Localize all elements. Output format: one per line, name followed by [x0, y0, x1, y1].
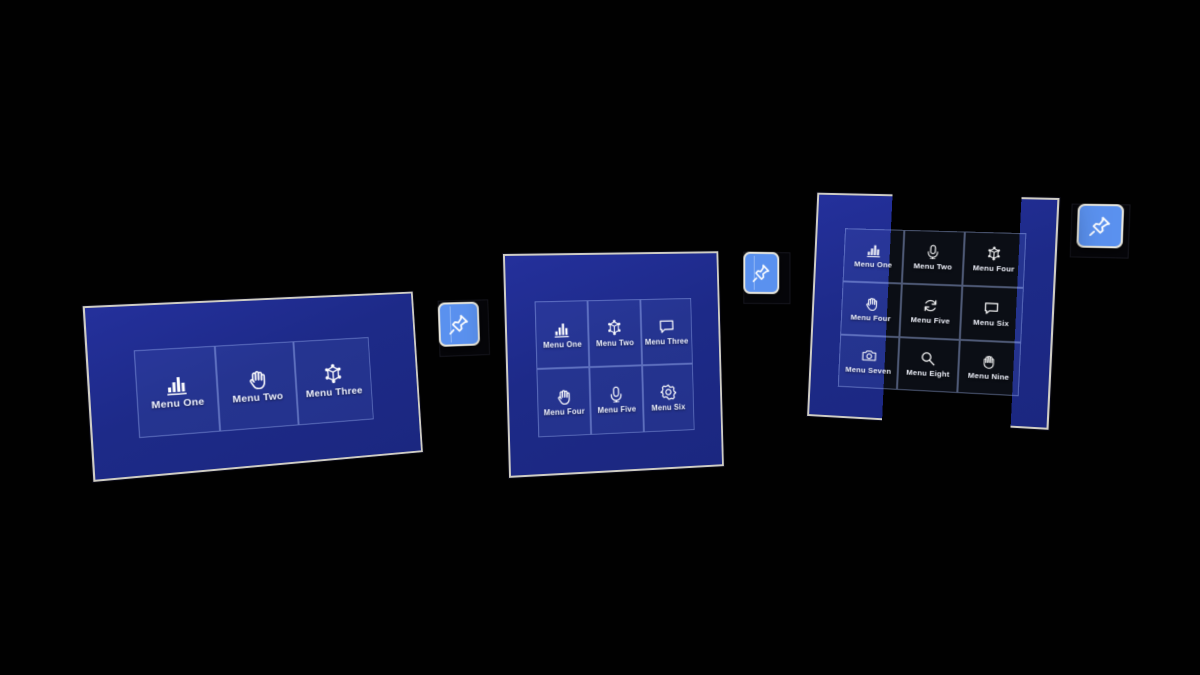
panel-nine-item[interactable]: Menu One Menu Two Menu Four Menu Four Menu F…: [807, 192, 1060, 430]
camera-icon: [861, 350, 876, 362]
hand-icon: [557, 389, 571, 405]
microphone-icon: [610, 386, 623, 403]
menu-tile[interactable]: Menu Seven: [838, 334, 900, 391]
menu-tile-label: Menu Three: [644, 336, 689, 347]
menu-tile-label: Menu Two: [913, 261, 953, 272]
menu-tile[interactable]: Menu Two: [587, 299, 642, 368]
pin-widget-panel-3[interactable]: [1069, 203, 1131, 259]
menu-tile-label: Menu Five: [910, 314, 951, 326]
scene-stage: Menu One Menu Two Menu Three Menu One Menu …: [0, 0, 1200, 675]
menu-tile[interactable]: Menu Six: [959, 285, 1024, 343]
menu-tile[interactable]: Menu Four: [536, 367, 592, 438]
menu-grid-3x3: Menu One Menu Two Menu Four Menu Four Menu F…: [838, 228, 1027, 397]
gear-icon: [660, 384, 677, 401]
bar-chart-icon: [166, 376, 187, 396]
menu-tile-label: Menu Two: [596, 338, 635, 348]
menu-tile-label: Menu One: [854, 259, 893, 270]
menu-tile-label: Menu Seven: [845, 365, 892, 377]
menu-tile[interactable]: Menu Six: [641, 363, 695, 433]
speech-bubble-icon: [984, 302, 999, 315]
pin-widget-panel-2[interactable]: [743, 251, 791, 305]
menu-tile-label: Menu Six: [651, 402, 686, 413]
menu-tile[interactable]: Menu One: [133, 345, 221, 439]
refresh-icon: [924, 299, 938, 312]
pin-button[interactable]: [437, 301, 481, 347]
menu-tile[interactable]: Menu Five: [589, 365, 644, 435]
pin-button[interactable]: [743, 251, 780, 295]
menu-tile[interactable]: Menu One: [842, 228, 905, 284]
menu-grid-3x2: Menu One Menu Two Menu Three Menu Four Menu …: [534, 298, 695, 438]
menu-tile-label: Menu Four: [972, 263, 1015, 274]
microphone-icon: [928, 244, 939, 260]
menu-tile[interactable]: Menu Two: [901, 229, 965, 286]
pin-widget-panel-1[interactable]: [437, 299, 491, 358]
menu-tile-label: Menu Two: [232, 390, 284, 406]
menu-tile[interactable]: Menu Four: [840, 281, 902, 337]
menu-tile[interactable]: Menu One: [534, 300, 590, 370]
panel-six-item[interactable]: Menu One Menu Two Menu Three Menu Four Menu …: [502, 251, 724, 478]
menu-tile[interactable]: Menu Four: [962, 231, 1027, 288]
hand-icon: [865, 297, 878, 311]
menu-tile-label: Menu Five: [597, 404, 637, 415]
cube-node-icon: [987, 246, 1002, 262]
menu-tile-label: Menu Four: [850, 312, 891, 323]
menu-tile-label: Menu Four: [543, 406, 585, 418]
pushpin-icon: [752, 264, 770, 283]
menu-tile[interactable]: Menu Two: [215, 341, 299, 432]
magnifier-icon: [921, 352, 936, 366]
menu-grid-3x1: Menu One Menu Two Menu Three: [133, 336, 374, 439]
menu-tile[interactable]: Menu Five: [899, 283, 963, 340]
panel-three-item[interactable]: Menu One Menu Two Menu Three: [82, 291, 423, 482]
pushpin-icon: [448, 314, 469, 335]
menu-tile-label: Menu One: [543, 339, 583, 350]
menu-tile-label: Menu Three: [305, 384, 363, 401]
menu-tile[interactable]: Menu Three: [639, 298, 693, 366]
speech-bubble-icon: [659, 319, 674, 333]
bar-chart-icon: [554, 323, 570, 338]
menu-tile-label: Menu Nine: [967, 371, 1010, 383]
menu-tile-label: Menu One: [151, 395, 205, 412]
pin-button[interactable]: [1076, 203, 1125, 249]
open-hand-icon: [983, 356, 995, 370]
bar-chart-icon: [866, 245, 881, 258]
menu-tile-label: Menu Eight: [906, 368, 950, 380]
menu-tile[interactable]: Menu Eight: [897, 336, 960, 394]
cube-node-icon: [324, 362, 343, 385]
menu-tile[interactable]: Menu Three: [293, 336, 374, 426]
menu-tile-label: Menu Six: [972, 317, 1010, 328]
menu-tile[interactable]: Menu Nine: [957, 339, 1022, 397]
hand-icon: [248, 370, 266, 390]
cube-node-icon: [607, 318, 622, 336]
